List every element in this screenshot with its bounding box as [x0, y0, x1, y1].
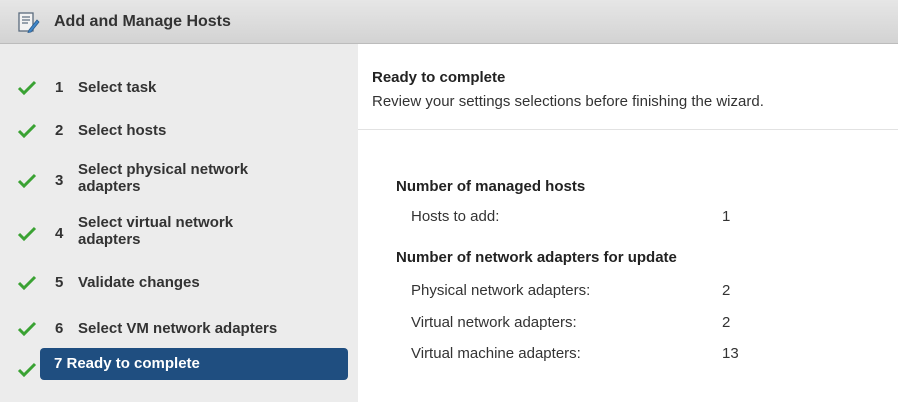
- step-number: 4: [55, 225, 64, 242]
- window-titlebar: Add and Manage Hosts: [0, 0, 898, 44]
- step-label-line1: Select virtual network: [78, 214, 234, 231]
- step-number: 1: [55, 79, 64, 96]
- virtual-adapters-label: Virtual network adapters:: [411, 314, 577, 331]
- step-label: 7 Ready to complete: [54, 355, 200, 372]
- step-number: 3: [55, 172, 64, 189]
- step-label-line2: adapters: [78, 178, 141, 195]
- wizard-steps-sidebar: 1 Select task 2 Select hosts 3 Select ph…: [0, 44, 358, 402]
- vm-adapters-value: 13: [722, 345, 739, 362]
- wizard-icon: [18, 12, 40, 33]
- step-number: 2: [55, 122, 64, 139]
- step-label-line2: adapters: [78, 231, 141, 248]
- page-subtitle: Review your settings selections before f…: [372, 93, 764, 110]
- checkmark-icon: [17, 80, 37, 96]
- step-label-line1: Select physical network: [78, 161, 249, 178]
- checkmark-icon: [17, 275, 37, 291]
- checkmark-icon: [17, 362, 37, 378]
- hosts-to-add-value: 1: [722, 208, 731, 225]
- step-number: 6: [55, 320, 64, 337]
- virtual-adapters-value: 2: [722, 314, 731, 331]
- step-number: 5: [55, 274, 64, 291]
- vm-adapters-label: Virtual machine adapters:: [411, 345, 581, 362]
- checkmark-icon: [17, 123, 37, 139]
- checkmark-icon: [17, 321, 37, 337]
- physical-adapters-label: Physical network adapters:: [411, 282, 591, 299]
- checkmark-icon: [17, 173, 37, 189]
- window-title: Add and Manage Hosts: [54, 13, 231, 30]
- physical-adapters-value: 2: [722, 282, 731, 299]
- step-label: Validate changes: [78, 274, 200, 291]
- active-step-highlight: 7 Ready to complete: [40, 348, 348, 380]
- section-managed-hosts-title: Number of managed hosts: [396, 178, 586, 195]
- step-label: Select hosts: [78, 122, 167, 139]
- hosts-to-add-label: Hosts to add:: [411, 208, 500, 225]
- divider: [358, 129, 898, 130]
- step-label: Select VM network adapters: [78, 320, 278, 337]
- step-label: Select task: [78, 79, 157, 96]
- checkmark-icon: [17, 226, 37, 242]
- section-network-adapters-title: Number of network adapters for update: [396, 249, 677, 266]
- main-content: Ready to complete Review your settings s…: [358, 44, 898, 402]
- page-title: Ready to complete: [372, 69, 506, 86]
